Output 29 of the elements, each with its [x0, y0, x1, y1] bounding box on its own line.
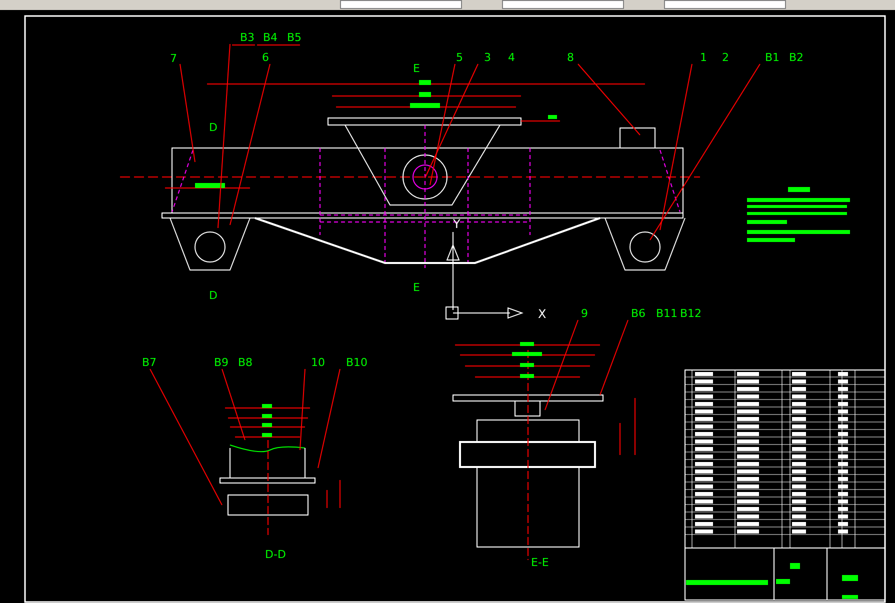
callout-label: B4: [263, 31, 278, 44]
section-mark: E: [413, 281, 420, 294]
callout-label: 8: [567, 51, 574, 64]
callout-label: 7: [170, 52, 177, 65]
callout-label: 10: [311, 356, 325, 369]
callout-label: B2: [789, 51, 804, 64]
view-title: D-D: [265, 548, 286, 561]
axis-label: X: [538, 307, 546, 321]
callout-label: B6: [631, 307, 646, 320]
callout-label: B11: [656, 307, 678, 320]
callout-label: B12: [680, 307, 702, 320]
callout-label: B10: [346, 356, 368, 369]
callout-label: B5: [287, 31, 302, 44]
callout-label: 5: [456, 51, 463, 64]
callout-label: 4: [508, 51, 515, 64]
callout-label: B3: [240, 31, 255, 44]
callout-label: 1: [700, 51, 707, 64]
callout-label: 3: [484, 51, 491, 64]
callout-label: 9: [581, 307, 588, 320]
callout-label: 2: [722, 51, 729, 64]
view-title: E-E: [531, 556, 549, 569]
section-mark: D: [209, 289, 218, 302]
callout-label: B9: [214, 356, 229, 369]
callout-label: B1: [765, 51, 780, 64]
section-mark: E: [413, 62, 420, 75]
callout-label: B7: [142, 356, 157, 369]
callout-label: B8: [238, 356, 253, 369]
section-mark: D: [209, 121, 218, 134]
callout-label: 6: [262, 51, 269, 64]
